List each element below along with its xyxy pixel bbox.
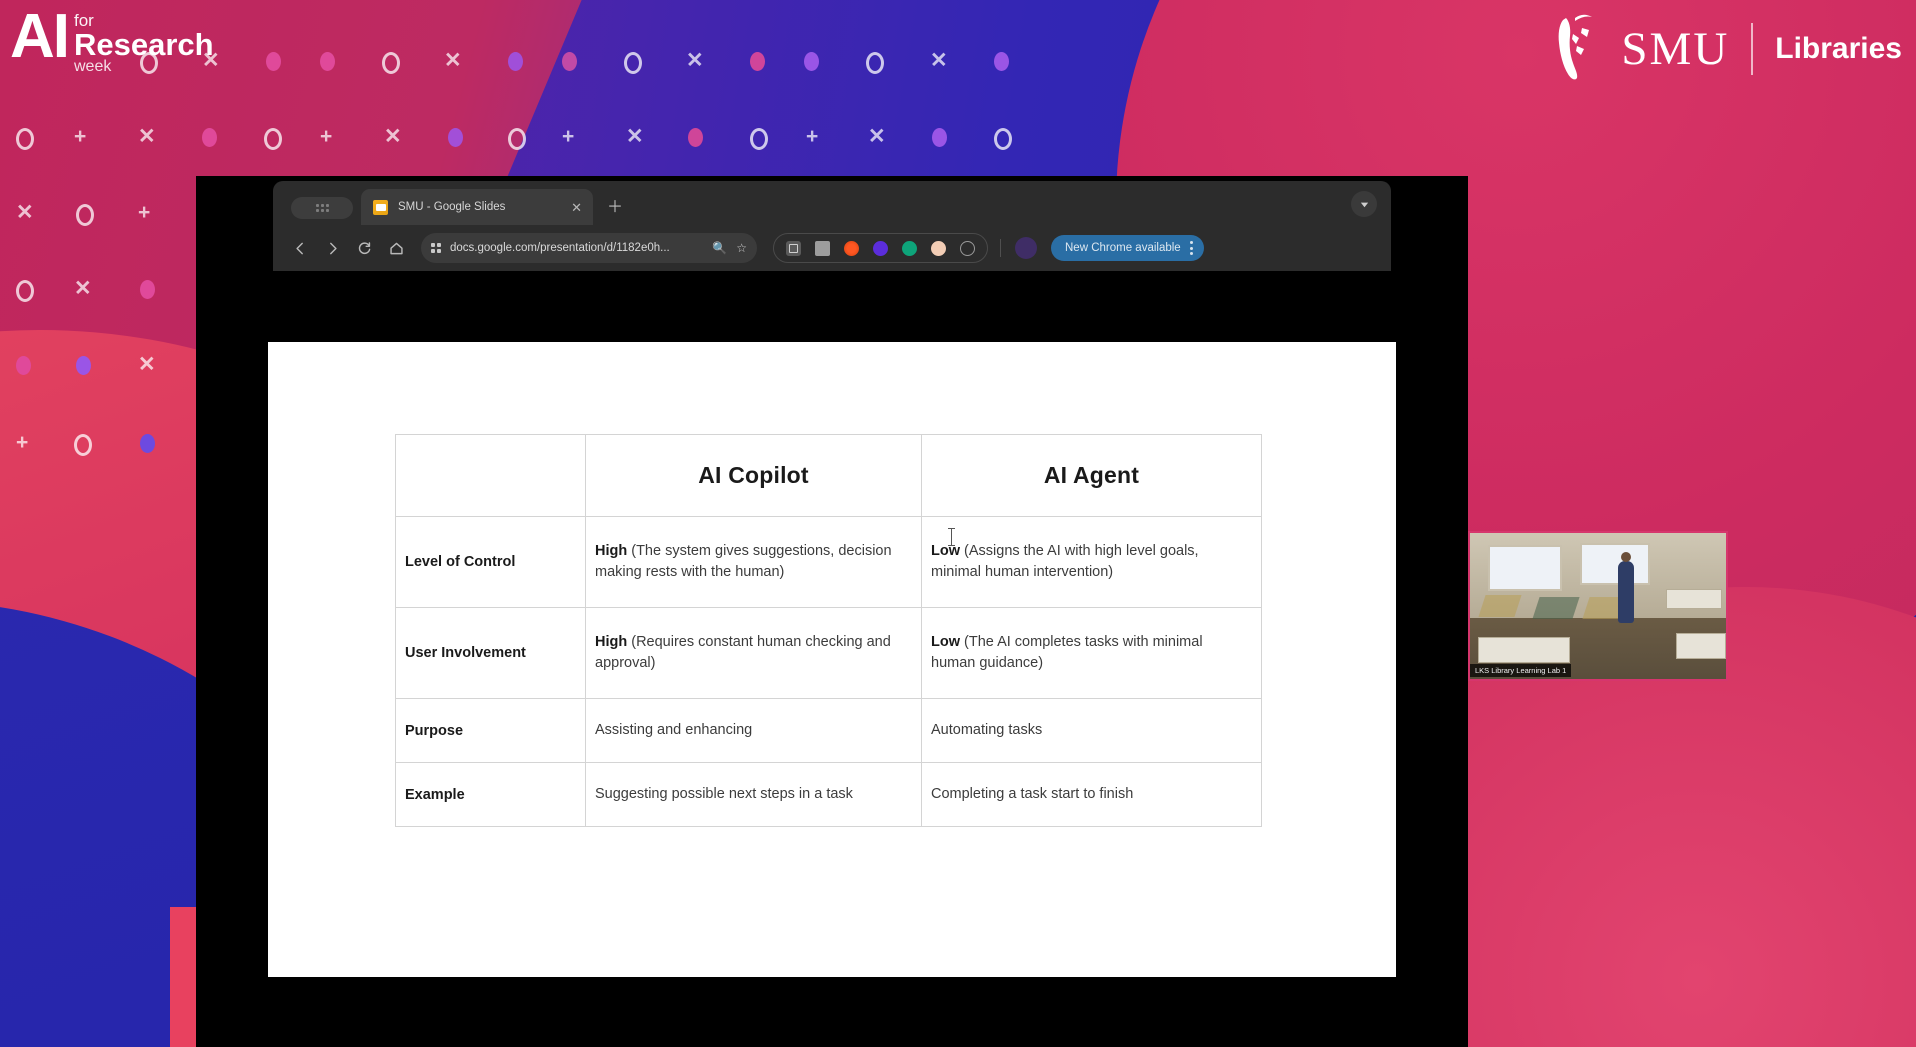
row-label: Purpose (395, 698, 586, 763)
smu-libraries-logo: SMU Libraries (1549, 12, 1902, 86)
arrow-left-icon[interactable] (285, 233, 315, 263)
tab-title: SMU - Google Slides (398, 201, 506, 213)
star-icon[interactable]: ☆ (736, 241, 747, 255)
ai-research-week-logo: AI for Research week (10, 2, 214, 75)
header-copilot-label: AI Copilot (698, 462, 809, 488)
browser-window: SMU - Google Slides ✕ ＋ docs.google.com/… (273, 181, 1391, 271)
row-agent-cell: Automating tasks (921, 698, 1262, 763)
cell-emphasis: High (595, 633, 628, 650)
tab-search-glyph (315, 204, 329, 212)
chrome-update-label: New Chrome available (1065, 242, 1181, 254)
extension-puzzle-icon[interactable] (960, 240, 975, 256)
row-agent-cell: Low (Assigns the AI with high level goal… (921, 516, 1262, 608)
video-projection-screen (1580, 543, 1650, 585)
libraries-wordmark: Libraries (1775, 32, 1902, 65)
chrome-update-button[interactable]: New Chrome available (1051, 235, 1204, 261)
cell-text: (Requires constant human checking and ap… (595, 633, 891, 671)
url-text: docs.google.com/presentation/d/1182e0h..… (450, 242, 670, 254)
cell-text: Automating tasks (931, 721, 1043, 738)
row-label: Example (395, 762, 586, 827)
video-desk (1676, 633, 1726, 659)
extension-briefcase-icon[interactable] (815, 240, 830, 256)
table-row: Example Suggesting possible next steps i… (395, 762, 1262, 827)
logo-for-text: for (74, 11, 94, 30)
google-slides-canvas: AI Copilot AI Agent Level of Control Hig… (268, 342, 1396, 977)
smu-wordmark: SMU (1621, 23, 1730, 75)
chevron-down-icon[interactable] (1351, 191, 1377, 217)
browser-toolbar: docs.google.com/presentation/d/1182e0h..… (273, 225, 1391, 271)
browser-tab[interactable]: SMU - Google Slides ✕ (361, 189, 593, 225)
row-agent-cell: Low (The AI completes tasks with minimal… (921, 607, 1262, 699)
row-agent-cell: Completing a task start to finish (921, 762, 1262, 827)
table-row: User Involvement High (Requires constant… (395, 607, 1262, 699)
video-desk (1478, 637, 1570, 663)
header-agent-label: AI Agent (1043, 462, 1140, 488)
cell-text: (The AI completes tasks with minimal hum… (931, 633, 1203, 671)
tab-strip: SMU - Google Slides ✕ ＋ (273, 181, 1391, 225)
close-icon[interactable]: ✕ (568, 199, 585, 216)
logo-research-text: Research (74, 27, 214, 62)
video-projection-screen (1488, 545, 1562, 591)
table-row: Level of Control High (The system gives … (395, 516, 1262, 608)
comparison-table: AI Copilot AI Agent Level of Control Hig… (395, 434, 1262, 827)
screen: ✕ ✕ ✕ ✕ + ✕ + ✕ + ✕ + ✕ ✕ + ✕ ✕ + AI for… (0, 0, 1916, 1047)
row-copilot-cell: Suggesting possible next steps in a task (585, 762, 922, 827)
video-presenter (1618, 552, 1634, 623)
text-cursor-icon (948, 528, 955, 546)
video-floor-tile (1478, 595, 1522, 617)
toolbar-divider (1000, 239, 1001, 257)
row-label: User Involvement (395, 607, 586, 699)
extension-red-dot-icon[interactable] (844, 240, 859, 256)
row-label: Level of Control (395, 516, 586, 608)
cell-text: (Assigns the AI with high level goals, m… (931, 542, 1199, 580)
search-zoom-icon[interactable]: 🔍 (712, 241, 727, 255)
video-room-label: LKS Library Learning Lab 1 (1470, 664, 1572, 677)
cell-text: Suggesting possible next steps in a task (595, 785, 853, 802)
extensions-tray (773, 233, 988, 263)
table-header-agent: AI Agent (921, 434, 1262, 517)
video-desk (1666, 589, 1722, 609)
google-slides-icon (373, 199, 388, 215)
extension-peach-icon[interactable] (931, 240, 946, 256)
cell-text: Assisting and enhancing (595, 721, 753, 738)
row-copilot-cell: High (The system gives suggestions, deci… (585, 516, 922, 608)
presenter-video-thumbnail[interactable]: LKS Library Learning Lab 1 (1468, 531, 1728, 681)
arrow-right-icon[interactable] (317, 233, 347, 263)
comparison-table-wrapper: AI Copilot AI Agent Level of Control Hig… (395, 434, 1262, 827)
video-floor-tile (1532, 597, 1580, 619)
logo-divider (1751, 23, 1754, 75)
row-copilot-cell: Assisting and enhancing (585, 698, 922, 763)
table-header-row: AI Copilot AI Agent (395, 434, 1262, 517)
logo-ai-text: AI (10, 2, 70, 71)
avatar[interactable] (1015, 237, 1037, 259)
reload-icon[interactable] (349, 233, 379, 263)
cell-emphasis: Low (931, 633, 960, 650)
tab-search-icon[interactable] (291, 197, 353, 219)
table-header-copilot: AI Copilot (585, 434, 922, 517)
site-settings-icon[interactable] (431, 243, 441, 253)
cell-text: Completing a task start to finish (931, 785, 1134, 802)
kebab-menu-icon[interactable] (1187, 241, 1196, 255)
extension-green-icon[interactable] (902, 240, 917, 256)
row-copilot-cell: High (Requires constant human checking a… (585, 607, 922, 699)
table-row: Purpose Assisting and enhancing Automati… (395, 698, 1262, 763)
cell-text: (The system gives suggestions, decision … (595, 542, 892, 580)
cell-emphasis: Low (931, 542, 960, 559)
logo-week-text: week (74, 57, 112, 75)
table-corner-cell (395, 434, 586, 517)
address-bar[interactable]: docs.google.com/presentation/d/1182e0h..… (421, 233, 757, 263)
extension-page-icon[interactable] (786, 240, 801, 256)
singapore-map-icon (1549, 12, 1609, 86)
extension-purple-dot-icon[interactable] (873, 240, 888, 256)
home-icon[interactable] (381, 233, 411, 263)
cell-emphasis: High (595, 542, 628, 559)
new-tab-button[interactable]: ＋ (607, 200, 623, 216)
